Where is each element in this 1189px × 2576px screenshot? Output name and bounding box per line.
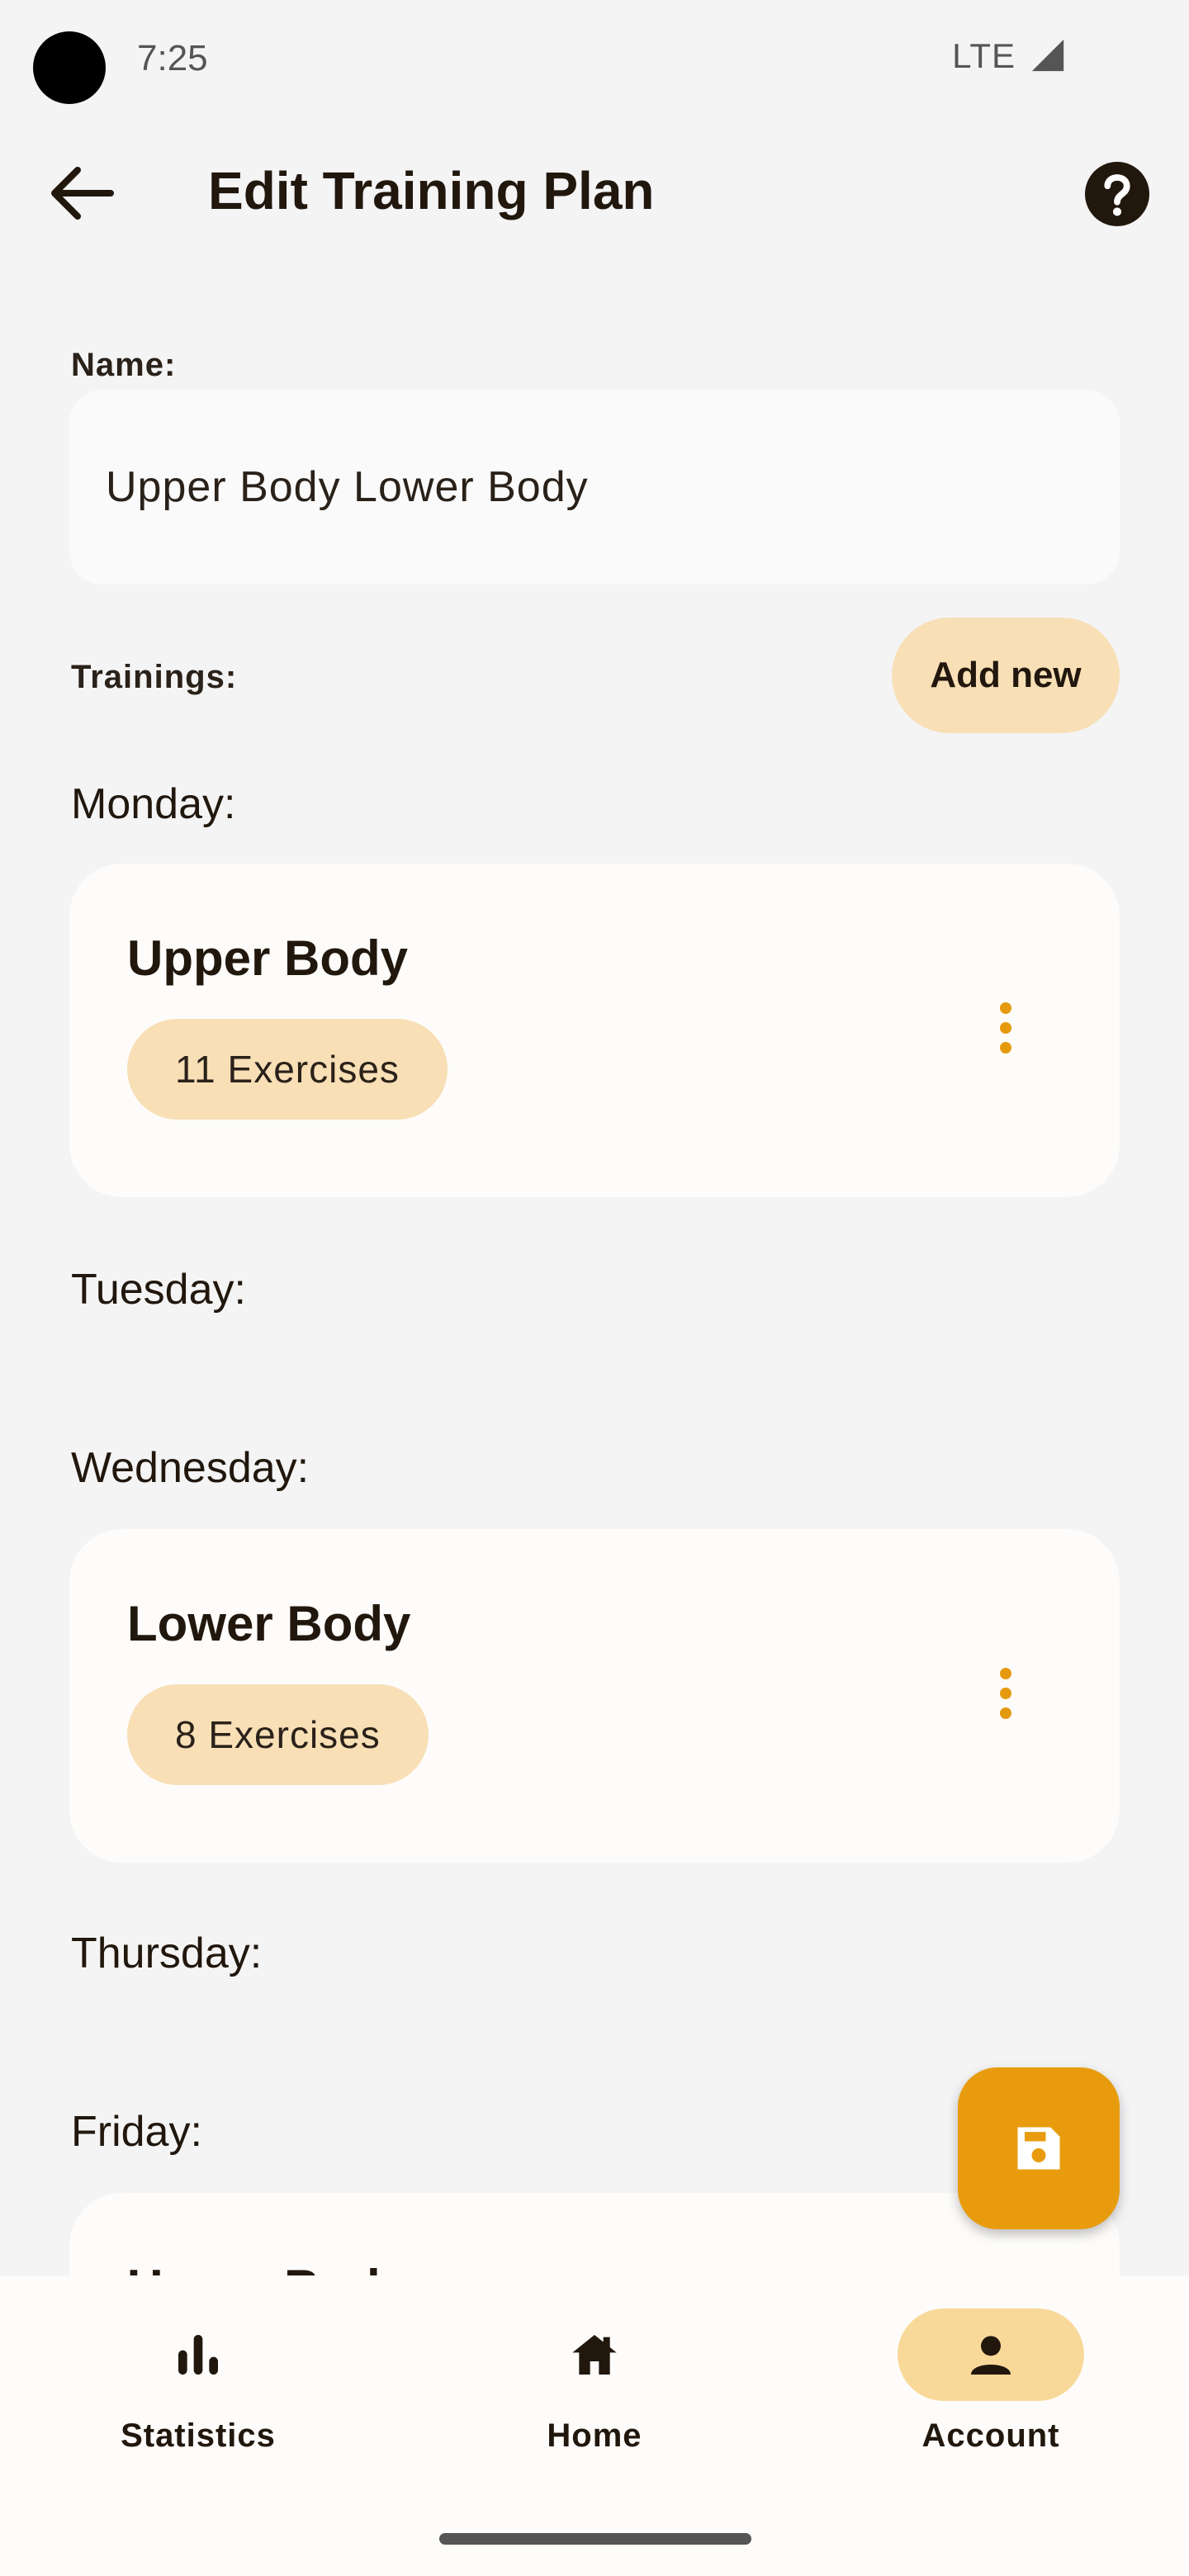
home-indicator[interactable] — [439, 2533, 751, 2545]
trainings-label: Trainings: — [71, 659, 238, 695]
nav-account[interactable]: Account — [867, 2308, 1115, 2455]
training-card-monday[interactable]: Upper Body 11 Exercises — [69, 864, 1120, 1197]
bar-chart-icon — [178, 2335, 218, 2375]
exercise-count-chip: 11 Exercises — [127, 1019, 448, 1120]
nav-statistics[interactable]: Statistics — [74, 2308, 322, 2455]
signal-icon — [1031, 39, 1064, 72]
status-time: 7:25 — [137, 38, 208, 78]
name-input-value: Upper Body Lower Body — [106, 463, 589, 511]
nav-home-label: Home — [547, 2417, 642, 2454]
home-icon — [572, 2335, 617, 2375]
day-label-friday: Friday: — [71, 2108, 202, 2156]
nav-active-indicator — [898, 2308, 1084, 2401]
training-card-wednesday[interactable]: Lower Body 8 Exercises — [69, 1529, 1120, 1863]
bottom-navigation: Statistics Home Account — [0, 2275, 1189, 2576]
name-input[interactable]: Upper Body Lower Body — [69, 390, 1120, 585]
exercise-count-chip: 8 Exercises — [127, 1684, 429, 1785]
more-options-icon[interactable] — [991, 1002, 1021, 1060]
back-arrow-icon[interactable] — [48, 163, 114, 223]
training-title: Lower Body — [127, 1596, 411, 1651]
save-button[interactable] — [958, 2067, 1120, 2229]
network-type: LTE — [952, 36, 1016, 75]
add-new-button[interactable]: Add new — [892, 618, 1120, 733]
day-label-thursday: Thursday: — [71, 1930, 263, 1977]
name-label: Name: — [71, 347, 177, 383]
more-options-icon[interactable] — [991, 1668, 1021, 1726]
nav-home[interactable]: Home — [471, 2308, 718, 2455]
nav-statistics-label: Statistics — [121, 2417, 276, 2454]
nav-account-label: Account — [921, 2417, 1060, 2454]
day-label-wednesday: Wednesday: — [71, 1444, 310, 1492]
person-icon — [971, 2336, 1011, 2375]
day-label-tuesday: Tuesday: — [71, 1266, 246, 1314]
page-title: Edit Training Plan — [208, 161, 655, 220]
front-camera — [33, 31, 106, 104]
save-icon — [1017, 2127, 1060, 2170]
training-title: Upper Body — [127, 930, 409, 986]
help-icon[interactable] — [1085, 162, 1149, 226]
day-label-monday: Monday: — [71, 780, 236, 828]
